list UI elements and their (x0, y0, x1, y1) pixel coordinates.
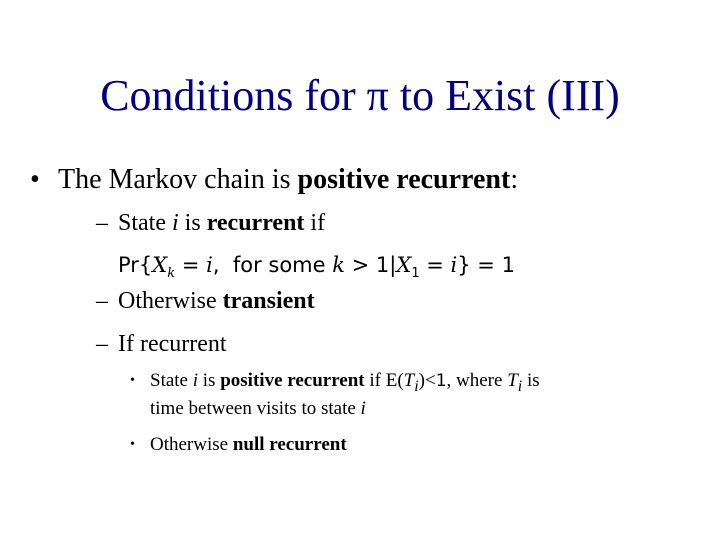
recurrence-formula: Pr{Xk = i, for some k > 1|X1 = i} = 1 (118, 253, 515, 282)
term-recurrent: recurrent (206, 210, 305, 236)
term-transient: transient (222, 288, 315, 314)
bullet-marker: • (130, 373, 135, 388)
dash-marker: – (96, 288, 108, 314)
sub-bullet-if-recurrent: – If recurrent (96, 331, 227, 357)
dash-marker: – (96, 331, 108, 357)
slide-title: Conditions for π to Exist (III) (100, 71, 620, 120)
subsub-bullet-continuation: time between visits to state i (150, 398, 366, 419)
bullet-marker: • (130, 437, 135, 452)
sub-bullet-transient: – Otherwise transient (96, 288, 315, 314)
term-positive-recurrent-def: positive recurrent (220, 370, 365, 391)
subsub-bullet-null-recurrent: • Otherwise null recurrent (130, 432, 347, 458)
bullet-positive-recurrent: • The Markov chain is positive recurrent: (30, 162, 518, 198)
bullet-marker: • (30, 164, 40, 195)
dash-marker: – (96, 210, 108, 236)
term-positive-recurrent: positive recurrent (297, 164, 511, 195)
term-null-recurrent: null recurrent (232, 434, 347, 455)
sub-bullet-recurrent: – State i is recurrent if (96, 210, 326, 236)
